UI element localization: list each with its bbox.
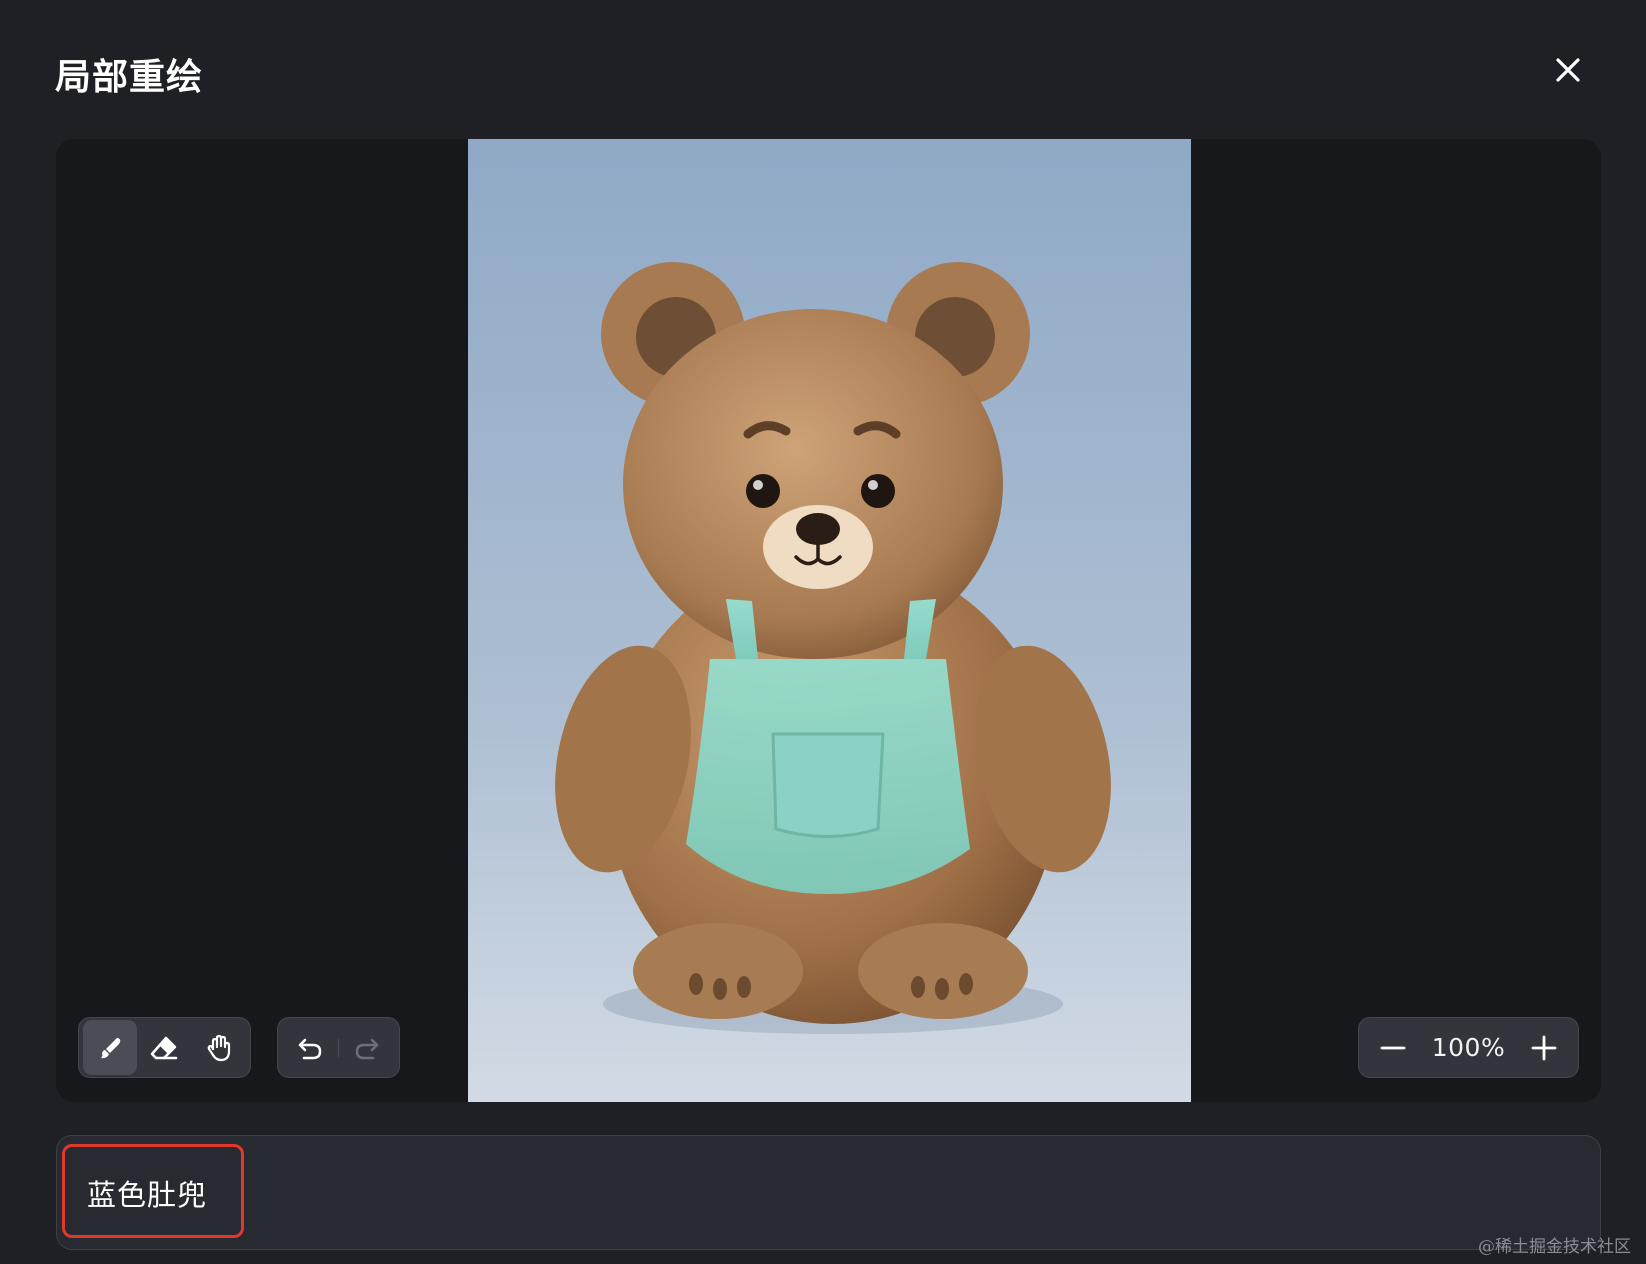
minus-icon <box>1380 1046 1406 1049</box>
history-toolbar <box>277 1017 400 1078</box>
hand-button[interactable] <box>192 1020 246 1075</box>
watermark: @稀土掘金技术社区 <box>1478 1237 1631 1257</box>
teddy-bear-image[interactable] <box>468 139 1191 1102</box>
prompt-input[interactable] <box>56 1135 1601 1250</box>
redo-icon <box>355 1038 379 1059</box>
zoom-out-button[interactable] <box>1371 1026 1415 1070</box>
close-icon <box>1556 58 1580 82</box>
zoom-level: 100% <box>1431 1033 1506 1062</box>
close-button[interactable] <box>1546 48 1590 92</box>
hand-icon <box>207 1034 230 1061</box>
dialog-title: 局部重绘 <box>55 57 204 98</box>
highlight-annotation <box>62 1144 244 1238</box>
brush-button[interactable] <box>83 1020 138 1075</box>
eraser-button[interactable] <box>137 1020 191 1075</box>
undo-icon <box>298 1038 322 1059</box>
plus-icon <box>1531 1035 1557 1060</box>
redo-button[interactable] <box>339 1020 395 1075</box>
eraser-icon <box>151 1036 178 1059</box>
canvas-panel[interactable]: 100% <box>56 139 1601 1102</box>
paint-toolbar <box>78 1017 251 1078</box>
undo-button[interactable] <box>282 1020 338 1075</box>
zoom-in-button[interactable] <box>1522 1026 1566 1070</box>
zoom-control: 100% <box>1358 1017 1579 1078</box>
brush-icon <box>101 1037 121 1058</box>
